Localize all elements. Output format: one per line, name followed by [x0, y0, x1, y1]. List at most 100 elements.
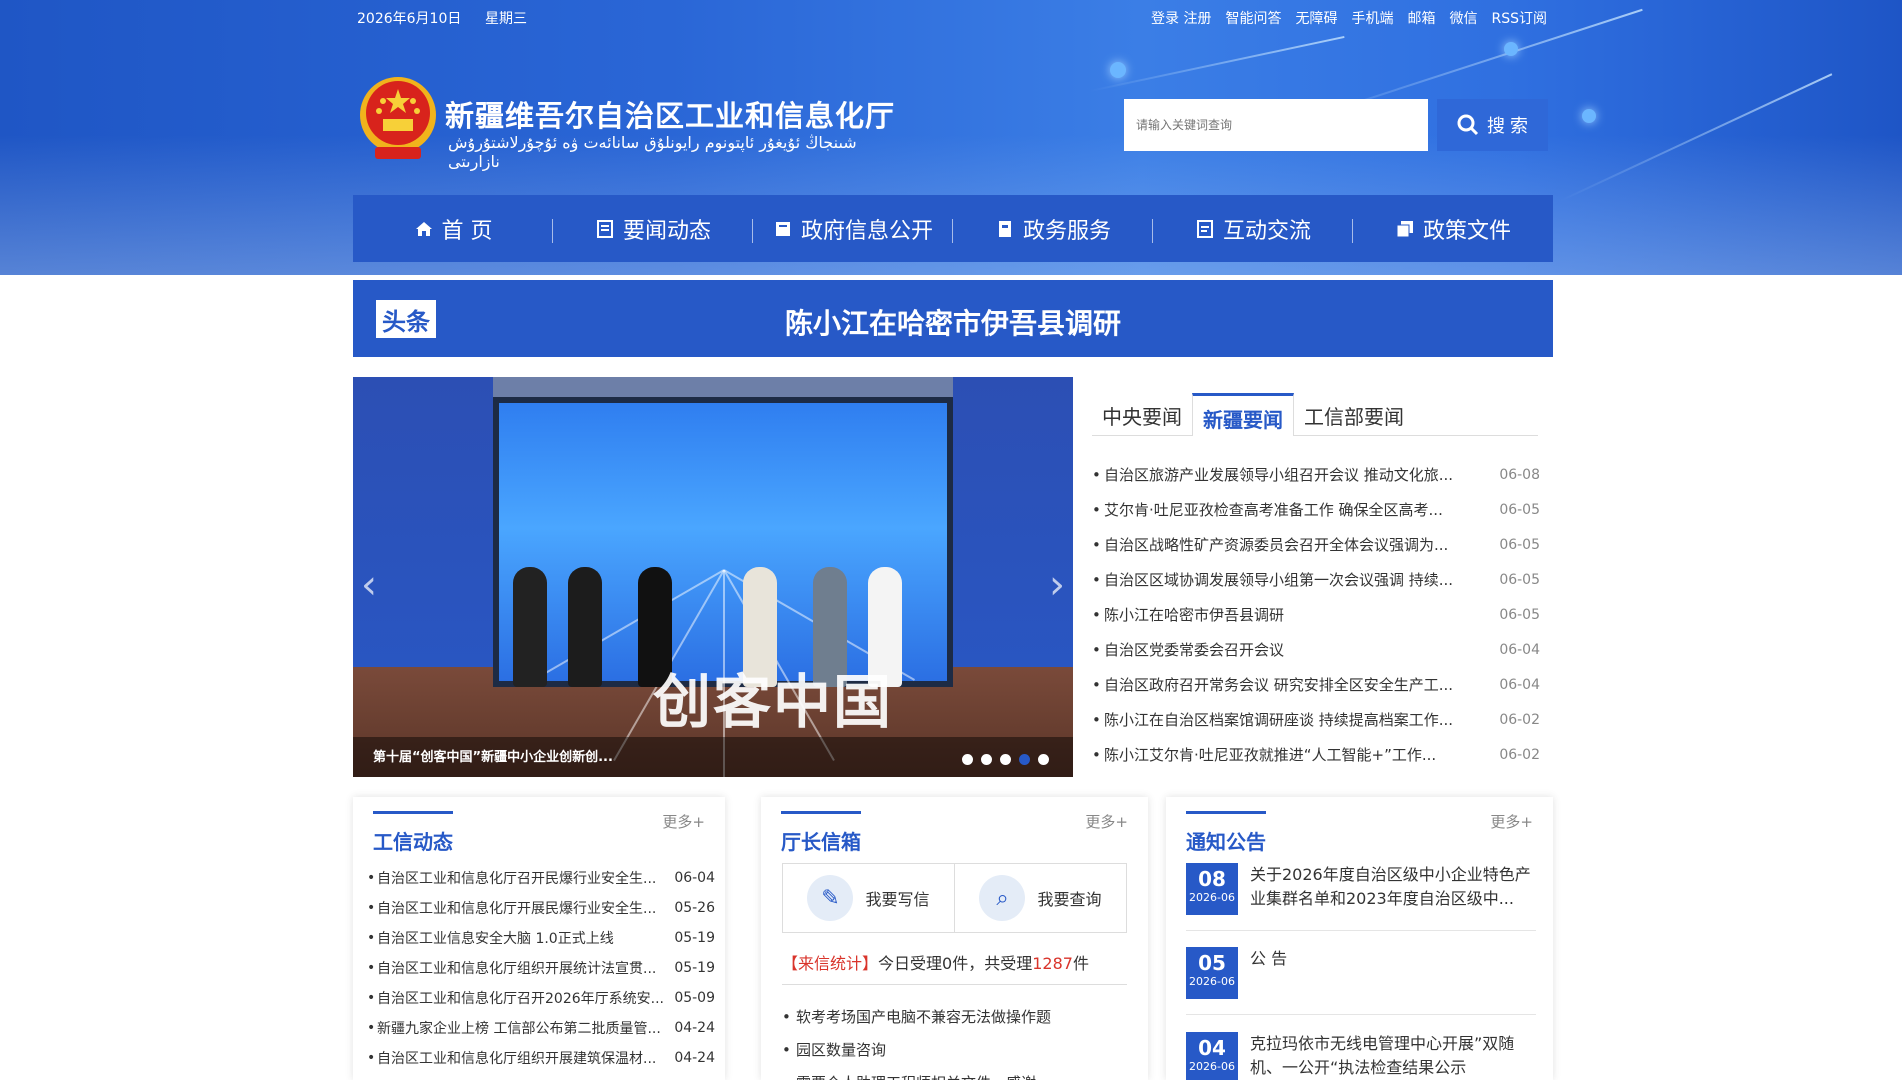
tab-xinjiang-news[interactable]: 新疆要闻: [1192, 393, 1294, 436]
mobile-link[interactable]: 手机端: [1351, 8, 1393, 28]
tab-central-news[interactable]: 中央要闻: [1092, 393, 1192, 435]
wechat-link[interactable]: 微信: [1449, 8, 1477, 28]
list-item[interactable]: • 自治区党委常委会召开会议 06-04: [1092, 632, 1540, 667]
panel-title: 通知公告: [1186, 811, 1266, 855]
notice-title: 关于2026年度自治区级中小企业特色产业集群名单和2023年度自治区级中...: [1250, 865, 1531, 908]
list-item[interactable]: • 陈小江艾尔肯·吐尼亚孜就推进“人工智能+”工作... 06-02: [1092, 737, 1540, 772]
carousel-dot[interactable]: [962, 754, 973, 765]
nav-label: 首 页: [441, 218, 493, 244]
smart-qa-link[interactable]: 智能问答: [1225, 8, 1281, 28]
search-button-label: 搜 索: [1486, 116, 1528, 136]
nav-label: 政务服务: [1022, 218, 1111, 244]
more-link[interactable]: 更多+: [1085, 811, 1128, 832]
carousel-dot-active[interactable]: [1019, 754, 1030, 765]
panel-title: 工信动态: [373, 811, 453, 855]
item-title: 需要个人助理工程师相关文件，感谢: [796, 1072, 1036, 1080]
write-letter-button[interactable]: ✎ 我要写信: [783, 864, 955, 932]
list-item[interactable]: • 园区数量咨询: [782, 1033, 1127, 1066]
today-count: 0: [942, 954, 953, 973]
divider: [1186, 930, 1536, 931]
list-item[interactable]: • 自治区工业和信息化厅开展民爆行业安全生... 05-26: [367, 893, 715, 923]
nav-label: 政府信息公开: [800, 218, 933, 244]
site-title: 新疆维吾尔自治区工业和信息化厅: [445, 99, 896, 133]
list-item[interactable]: •需要个人助理工程师相关文件，感谢: [782, 1066, 1127, 1080]
national-emblem-logo: [360, 77, 436, 159]
item-title: 自治区工业和信息化厅召开民爆行业安全生...: [377, 871, 657, 887]
stat-text: 件: [1072, 954, 1089, 973]
news-title: 陈小江在自治区档案馆调研座谈 持续提高档案工作...: [1104, 711, 1454, 729]
item-title: 软考考场国产电脑不兼容无法做操作题: [796, 1008, 1052, 1026]
search-icon: [1457, 114, 1479, 136]
news-title: 陈小江艾尔肯·吐尼亚孜就推进“人工智能+”工作...: [1104, 746, 1437, 764]
list-item[interactable]: • 自治区工业和信息化厅召开民爆行业安全生... 06-04: [367, 863, 715, 893]
nav-item-interaction[interactable]: 互动交流: [1153, 195, 1353, 262]
more-link[interactable]: 更多+: [1490, 811, 1533, 832]
policy-icon: [1396, 220, 1413, 237]
accessibility-link[interactable]: 无障碍: [1295, 8, 1337, 28]
carousel-photo: 创客中国: [353, 377, 1073, 777]
rss-link[interactable]: RSS订阅: [1491, 8, 1547, 28]
nav-item-gov-info[interactable]: 政府信息公开: [753, 195, 953, 262]
divider: [1186, 1014, 1536, 1015]
item-date: 06-04: [674, 870, 715, 886]
notice-item[interactable]: 05 2026-06 公 告: [1186, 947, 1536, 999]
home-icon: [415, 221, 432, 236]
nav-item-news[interactable]: 要闻动态: [553, 195, 753, 262]
search-button[interactable]: 搜 索: [1437, 99, 1548, 151]
query-letter-button[interactable]: ⌕ 我要查询: [955, 864, 1126, 932]
carousel-next-arrow[interactable]: ›: [1049, 562, 1065, 608]
list-item[interactable]: • 自治区区域协调发展领导小组第一次会议强调 持续... 06-05: [1092, 562, 1540, 597]
notice-year-month: 2026-06: [1189, 891, 1235, 904]
news-title: 自治区旅游产业发展领导小组召开会议 推动文化旅...: [1104, 466, 1454, 484]
bullet: •: [1092, 745, 1101, 764]
headline-title[interactable]: 陈小江在哈密市伊吾县调研: [353, 302, 1553, 342]
mailbox-link[interactable]: 邮箱: [1407, 8, 1435, 28]
notice-item[interactable]: 04 2026-06 克拉玛依市无线电管理中心开展”双随机、一公开“执法检查结果…: [1186, 1032, 1536, 1080]
more-link[interactable]: 更多+: [662, 811, 705, 832]
bullet: •: [782, 1007, 791, 1026]
stat-text: 件，共受理: [952, 954, 1033, 973]
login-register-link[interactable]: 登录 注册: [1151, 8, 1211, 28]
news-date: 06-08: [1499, 466, 1540, 483]
list-item[interactable]: • 自治区工业信息安全大脑 1.0正式上线 05-19: [367, 923, 715, 953]
top-bar: 2026年6月10日 星期三 登录 注册 智能问答 无障碍 手机端 邮箱 微信 …: [357, 8, 1547, 28]
tab-miit-news[interactable]: 工信部要闻: [1294, 393, 1414, 435]
list-item[interactable]: • 艾尔肯·吐尼亚孜检查高考准备工作 确保全区高考... 06-05: [1092, 492, 1540, 527]
list-item[interactable]: • 陈小江在哈密市伊吾县调研 06-05: [1092, 597, 1540, 632]
list-item[interactable]: • 自治区工业和信息化厅组织开展建筑保温材... 04-24: [367, 1043, 715, 1073]
notice-day: 05: [1198, 951, 1226, 975]
nav-item-home[interactable]: 首 页: [353, 195, 553, 262]
bullet: •: [367, 990, 376, 1006]
carousel-prev-arrow[interactable]: ‹: [361, 562, 377, 608]
list-item[interactable]: • 自治区工业和信息化厅召开2026年厅系统安... 05-09: [367, 983, 715, 1013]
write-letter-label: 我要写信: [865, 890, 930, 909]
top-links: 登录 注册 智能问答 无障碍 手机端 邮箱 微信 RSS订阅: [1151, 8, 1547, 28]
carousel-caption[interactable]: 第十届“创客中国”新疆中小企业创新创...: [373, 746, 613, 765]
site-subtitle-uyghur: شىنجاڭ ئۇيغۇر ئاپتونوم رايونلۇق سانائەت …: [448, 133, 857, 171]
item-title: 自治区工业和信息化厅召开2026年厅系统安...: [377, 991, 664, 1007]
notice-year-month: 2026-06: [1189, 1060, 1235, 1073]
notice-item[interactable]: 08 2026-06 关于2026年度自治区级中小企业特色产业集群名单和2023…: [1186, 863, 1536, 915]
search-input[interactable]: [1124, 99, 1428, 151]
bullet: •: [367, 1050, 376, 1066]
list-item[interactable]: • 陈小江在自治区档案馆调研座谈 持续提高档案工作... 06-02: [1092, 702, 1540, 737]
nav-item-services[interactable]: 政务服务: [953, 195, 1153, 262]
list-item[interactable]: • 自治区工业和信息化厅组织开展统计法宣贯... 05-19: [367, 953, 715, 983]
list-item[interactable]: • 自治区旅游产业发展领导小组召开会议 推动文化旅... 06-08: [1092, 457, 1540, 492]
nav-item-policy[interactable]: 政策文件: [1353, 195, 1553, 262]
item-date: 04-24: [674, 1020, 715, 1036]
news-date: 06-04: [1499, 676, 1540, 693]
carousel-dot[interactable]: [1000, 754, 1011, 765]
headline-banner[interactable]: 头条 陈小江在哈密市伊吾县调研: [353, 280, 1553, 357]
bullet: •: [1092, 605, 1101, 624]
list-item[interactable]: • 软考考场国产电脑不兼容无法做操作题: [782, 1000, 1127, 1033]
stat-prefix: 【来信统计】: [782, 954, 879, 973]
panel-notices: 通知公告 更多+ 08 2026-06 关于2026年度自治区级中小企业特色产业…: [1166, 797, 1553, 1080]
list-item[interactable]: • 新疆九家企业上榜 工信部公布第二批质量管... 04-24: [367, 1013, 715, 1043]
item-title: 自治区工业和信息化厅组织开展建筑保温材...: [377, 1051, 657, 1067]
list-item[interactable]: • 自治区战略性矿产资源委员会召开全体会议强调为... 06-05: [1092, 527, 1540, 562]
list-item[interactable]: • 自治区政府召开常务会议 研究安排全区安全生产工... 06-04: [1092, 667, 1540, 702]
image-carousel[interactable]: 创客中国 ‹ › 第十届“创客中国”新疆中小企业创新创...: [353, 377, 1073, 777]
carousel-dot[interactable]: [981, 754, 992, 765]
carousel-dot[interactable]: [1038, 754, 1049, 765]
